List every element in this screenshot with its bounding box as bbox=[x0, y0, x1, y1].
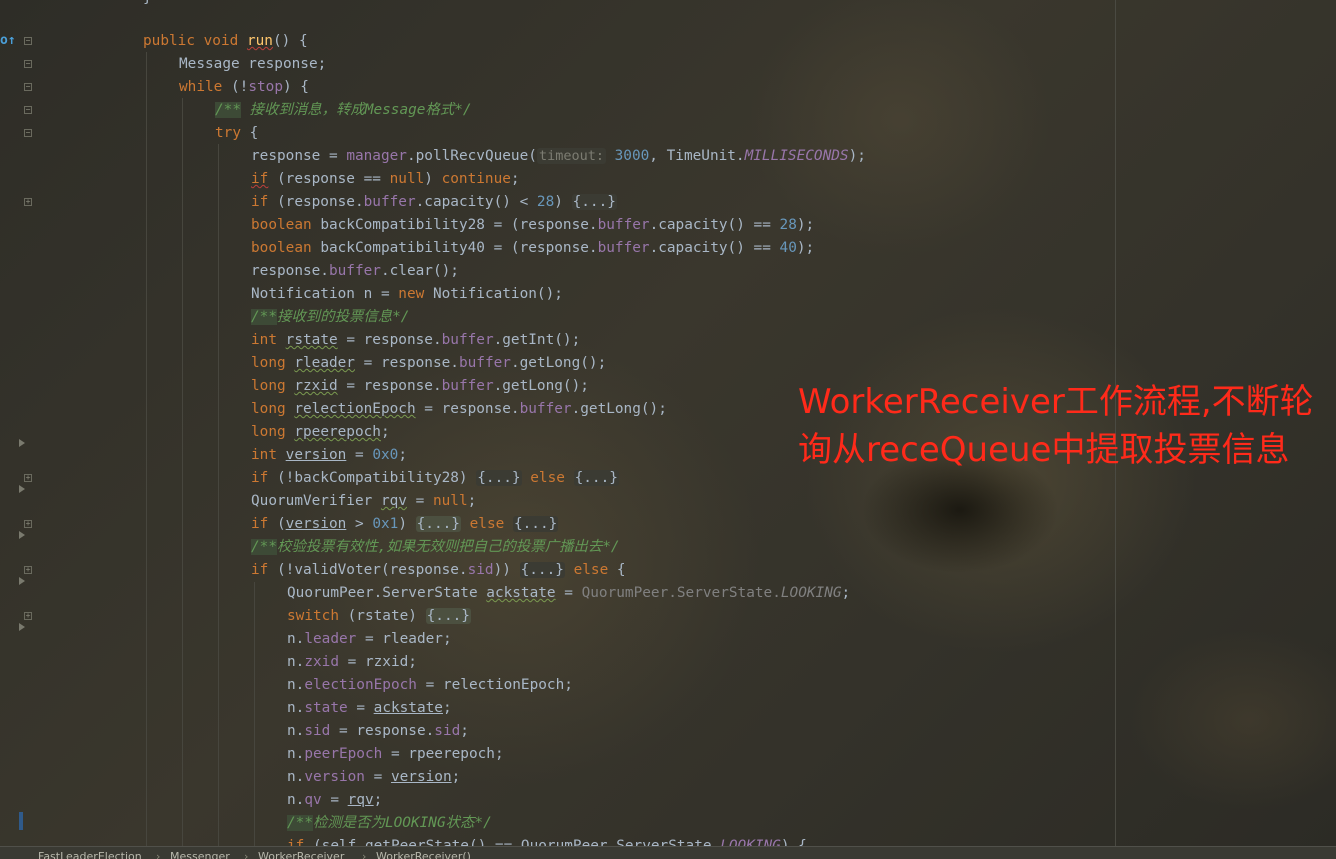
code-line: if (!backCompatibility28) {...} else {..… bbox=[251, 470, 619, 486]
code-comment: /**校验投票有效性,如果无效则把自己的投票广播出去*/ bbox=[251, 539, 620, 555]
code-line: boolean backCompatibility40 = (response.… bbox=[251, 240, 815, 256]
breadcrumb-separator-icon: › bbox=[362, 850, 367, 859]
code-line: long rzxid = response.buffer.getLong(); bbox=[251, 378, 589, 394]
folded-block[interactable]: {...} bbox=[512, 516, 559, 532]
breadcrumb: FastLeaderElection › Messenger › WorkerR… bbox=[0, 846, 1336, 859]
parameter-hint: timeout: bbox=[536, 148, 606, 164]
code-line: n.state = ackstate; bbox=[287, 700, 452, 716]
code-line: switch (rstate) {...} bbox=[287, 608, 471, 624]
annotation-line: 询从receQueue中提取投票信息 bbox=[798, 430, 1290, 470]
code-line: n.leader = rleader; bbox=[287, 631, 452, 647]
breadcrumb-item[interactable]: WorkerReceiver() bbox=[376, 847, 471, 859]
folded-block[interactable]: {...} bbox=[476, 470, 522, 486]
folded-block[interactable]: {...} bbox=[519, 562, 565, 578]
breadcrumb-separator-icon: › bbox=[156, 850, 161, 859]
breadcrumb-item[interactable]: FastLeaderElection bbox=[38, 847, 142, 859]
code-line: long rleader = response.buffer.getLong()… bbox=[251, 355, 607, 371]
code-line: int rstate = response.buffer.getInt(); bbox=[251, 332, 581, 348]
code-line: n.version = version; bbox=[287, 769, 461, 785]
folded-block[interactable]: {...} bbox=[415, 516, 461, 532]
code-line: QuorumPeer.ServerState ackstate = Quorum… bbox=[287, 585, 851, 601]
code-line: response = manager.pollRecvQueue(timeout… bbox=[251, 148, 866, 164]
code-line: while (!stop) { bbox=[179, 79, 309, 95]
breadcrumb-item[interactable]: Messenger bbox=[170, 847, 230, 859]
code-line: QuorumVerifier rqv = null; bbox=[251, 493, 477, 509]
code-line: if (response.buffer.capacity() < 28) {..… bbox=[251, 194, 617, 210]
code-line: long rpeerepoch; bbox=[251, 424, 390, 440]
code-line: long relectionEpoch = response.buffer.ge… bbox=[251, 401, 667, 417]
code-line: n.sid = response.sid; bbox=[287, 723, 469, 739]
code-line: response.buffer.clear(); bbox=[251, 263, 459, 279]
code-line: Message response; bbox=[179, 56, 327, 72]
code-comment: /**接收到的投票信息*/ bbox=[251, 309, 410, 325]
code-line: n.peerEpoch = rpeerepoch; bbox=[287, 746, 504, 762]
code-line: try { bbox=[215, 125, 259, 141]
code-line: if (response == null) continue; bbox=[251, 171, 520, 187]
breadcrumb-item[interactable]: WorkerReceiver bbox=[258, 847, 344, 859]
folded-block[interactable]: {...} bbox=[425, 608, 471, 624]
annotation-line: WorkerReceiver工作流程,不断轮 bbox=[798, 382, 1314, 422]
code-line: public void run() { bbox=[143, 33, 308, 49]
code-line: n.electionEpoch = relectionEpoch; bbox=[287, 677, 573, 693]
code-line: boolean backCompatibility28 = (response.… bbox=[251, 217, 815, 233]
code-comment: /**检测是否为LOOKING状态*/ bbox=[287, 815, 492, 831]
code-line: if (!validVoter(response.sid)) {...} els… bbox=[251, 562, 626, 578]
code-line: Notification n = new Notification(); bbox=[251, 286, 563, 302]
annotation-text: WorkerReceiver工作流程,不断轮 询从receQueue中提取投票信… bbox=[798, 378, 1336, 474]
code-line: int version = 0x0; bbox=[251, 447, 407, 463]
code-line: } bbox=[143, 0, 152, 8]
code-line: n.zxid = rzxid; bbox=[287, 654, 417, 670]
folded-block[interactable]: {...} bbox=[573, 470, 619, 486]
code-line: n.qv = rqv; bbox=[287, 792, 383, 808]
breadcrumb-separator-icon: › bbox=[244, 850, 249, 859]
code-comment: /** 接收到消息，转成Message格式*/ bbox=[215, 102, 472, 118]
code-line: if (version > 0x1) {...} else {...} bbox=[251, 516, 559, 532]
folded-block[interactable]: {...} bbox=[571, 194, 617, 210]
